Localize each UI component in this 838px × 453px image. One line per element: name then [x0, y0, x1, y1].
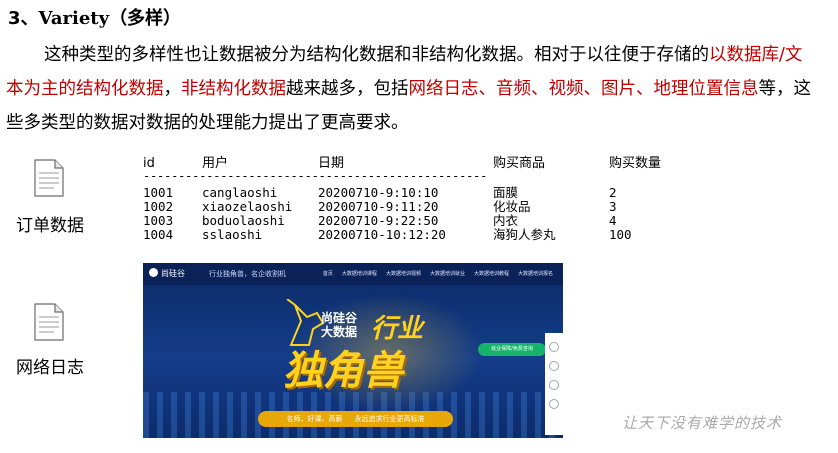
cell-user: sslaoshi	[202, 227, 263, 242]
column-header-product: 购买商品	[493, 156, 546, 171]
cell-user: boduolaoshi	[202, 213, 285, 228]
para-highlight-examples: 网络日志、音频、视频、图片、地理位置信息	[408, 79, 759, 99]
description-paragraph: 这种类型的多样性也让数据被分为结构化数据和非结构化数据。相对于以往便于存储的以数…	[6, 38, 818, 140]
para-text-2: ，	[163, 79, 182, 99]
weblog-label: 网络日志	[16, 358, 84, 378]
nav-item[interactable]: 大数据培训报名	[518, 270, 553, 277]
cell-date: 20200710-10:12:20	[318, 227, 446, 242]
cell-quantity: 4	[609, 213, 617, 228]
cell-quantity: 2	[609, 185, 617, 200]
banner-brand-line1: 尚硅谷	[321, 311, 358, 325]
nav-item[interactable]: 大数据培训视频	[386, 270, 421, 277]
slogan-2: 永远追求行业更高标准	[354, 415, 425, 423]
phone-icon[interactable]	[549, 361, 559, 371]
cell-product: 化妆品	[493, 199, 531, 214]
banner-brand: 尚硅谷 大数据	[321, 311, 357, 339]
message-icon[interactable]	[549, 380, 559, 390]
site-header: 尚硅谷 行业独角兽，名企收割机 首页 大数据培训课程 大数据培训视频 大数据培训…	[143, 263, 563, 285]
heading-number: 3、	[8, 8, 39, 29]
order-table: id 用户 日期 购买商品 购买数量 1001 canglaoshi 20200…	[143, 154, 661, 242]
cell-product: 面膜	[493, 185, 519, 200]
website-screenshot: 尚硅谷 行业独角兽，名企收割机 首页 大数据培训课程 大数据培训视频 大数据培训…	[143, 263, 563, 438]
para-text-1: 这种类型的多样性也让数据被分为结构化数据和非结构化数据。相对于以往便于存储的	[44, 45, 709, 65]
nav-item[interactable]: 首页	[323, 270, 333, 277]
cell-product: 内衣	[493, 213, 519, 228]
column-header-quantity: 购买数量	[609, 156, 662, 171]
heading-subtitle: （多样）	[109, 8, 182, 29]
cell-quantity: 100	[609, 227, 632, 242]
cell-id: 1003	[143, 213, 174, 228]
nav-item[interactable]: 大数据培训就业	[430, 270, 465, 277]
nav-item[interactable]: 大数据培训教程	[474, 270, 509, 277]
document-icon	[34, 159, 64, 197]
order-data-label: 订单数据	[16, 216, 84, 236]
table-row: 1004 sslaoshi 20200710-10:12:20 海狗人参丸 10…	[143, 228, 661, 242]
para-text-3: 越来越多，包括	[286, 79, 409, 99]
logo-icon	[149, 268, 158, 277]
cell-date: 20200710-9:22:50	[318, 213, 439, 228]
logo-text: 尚硅谷	[161, 269, 185, 278]
top-arrow-icon[interactable]	[549, 399, 559, 409]
cell-quantity: 3	[609, 199, 617, 214]
site-logo[interactable]: 尚硅谷	[149, 268, 185, 279]
para-highlight-unstructured: 非结构化数据	[181, 79, 286, 99]
banner-brand-line2: 大数据	[321, 325, 358, 339]
table-separator: ----------------------------------------…	[143, 169, 488, 183]
slogan-1: 名师、好课、高薪	[286, 415, 343, 423]
table-row: 1002 xiaozelaoshi 20200710-9:11:20 化妆品 3	[143, 200, 661, 214]
cell-date: 20200710-9:11:20	[318, 199, 439, 214]
side-toolbar	[545, 333, 563, 435]
watermark: 让天下没有难学的技术	[622, 414, 783, 432]
banner-slogan-bar: 名师、好课、高薪 永远追求行业更高标准	[258, 411, 453, 427]
cell-id: 1001	[143, 185, 174, 200]
cell-date: 20200710-9:10:10	[318, 185, 439, 200]
heading-title: Variety	[38, 8, 110, 29]
cell-user: canglaoshi	[202, 185, 278, 200]
site-nav: 首页 大数据培训课程 大数据培训视频 大数据培训就业 大数据培训教程 大数据培训…	[323, 270, 553, 277]
table-row: 1003 boduolaoshi 20200710-9:22:50 内衣 4	[143, 214, 661, 228]
chat-button[interactable]: 就业保障/免费咨询	[478, 343, 546, 356]
section-heading: 3、Variety（多样）	[8, 4, 181, 30]
nav-item[interactable]: 大数据培训课程	[342, 270, 377, 277]
banner-headline-2: 独角兽	[283, 348, 403, 394]
site-tagline: 行业独角兽，名企收割机	[209, 270, 286, 278]
cell-id: 1004	[143, 227, 174, 242]
table-row: 1001 canglaoshi 20200710-9:10:10 面膜 2	[143, 186, 661, 200]
cell-user: xiaozelaoshi	[202, 199, 293, 214]
document-icon	[34, 303, 64, 341]
cell-id: 1002	[143, 199, 174, 214]
chat-icon[interactable]	[549, 342, 559, 352]
cell-product: 海狗人参丸	[493, 227, 556, 242]
